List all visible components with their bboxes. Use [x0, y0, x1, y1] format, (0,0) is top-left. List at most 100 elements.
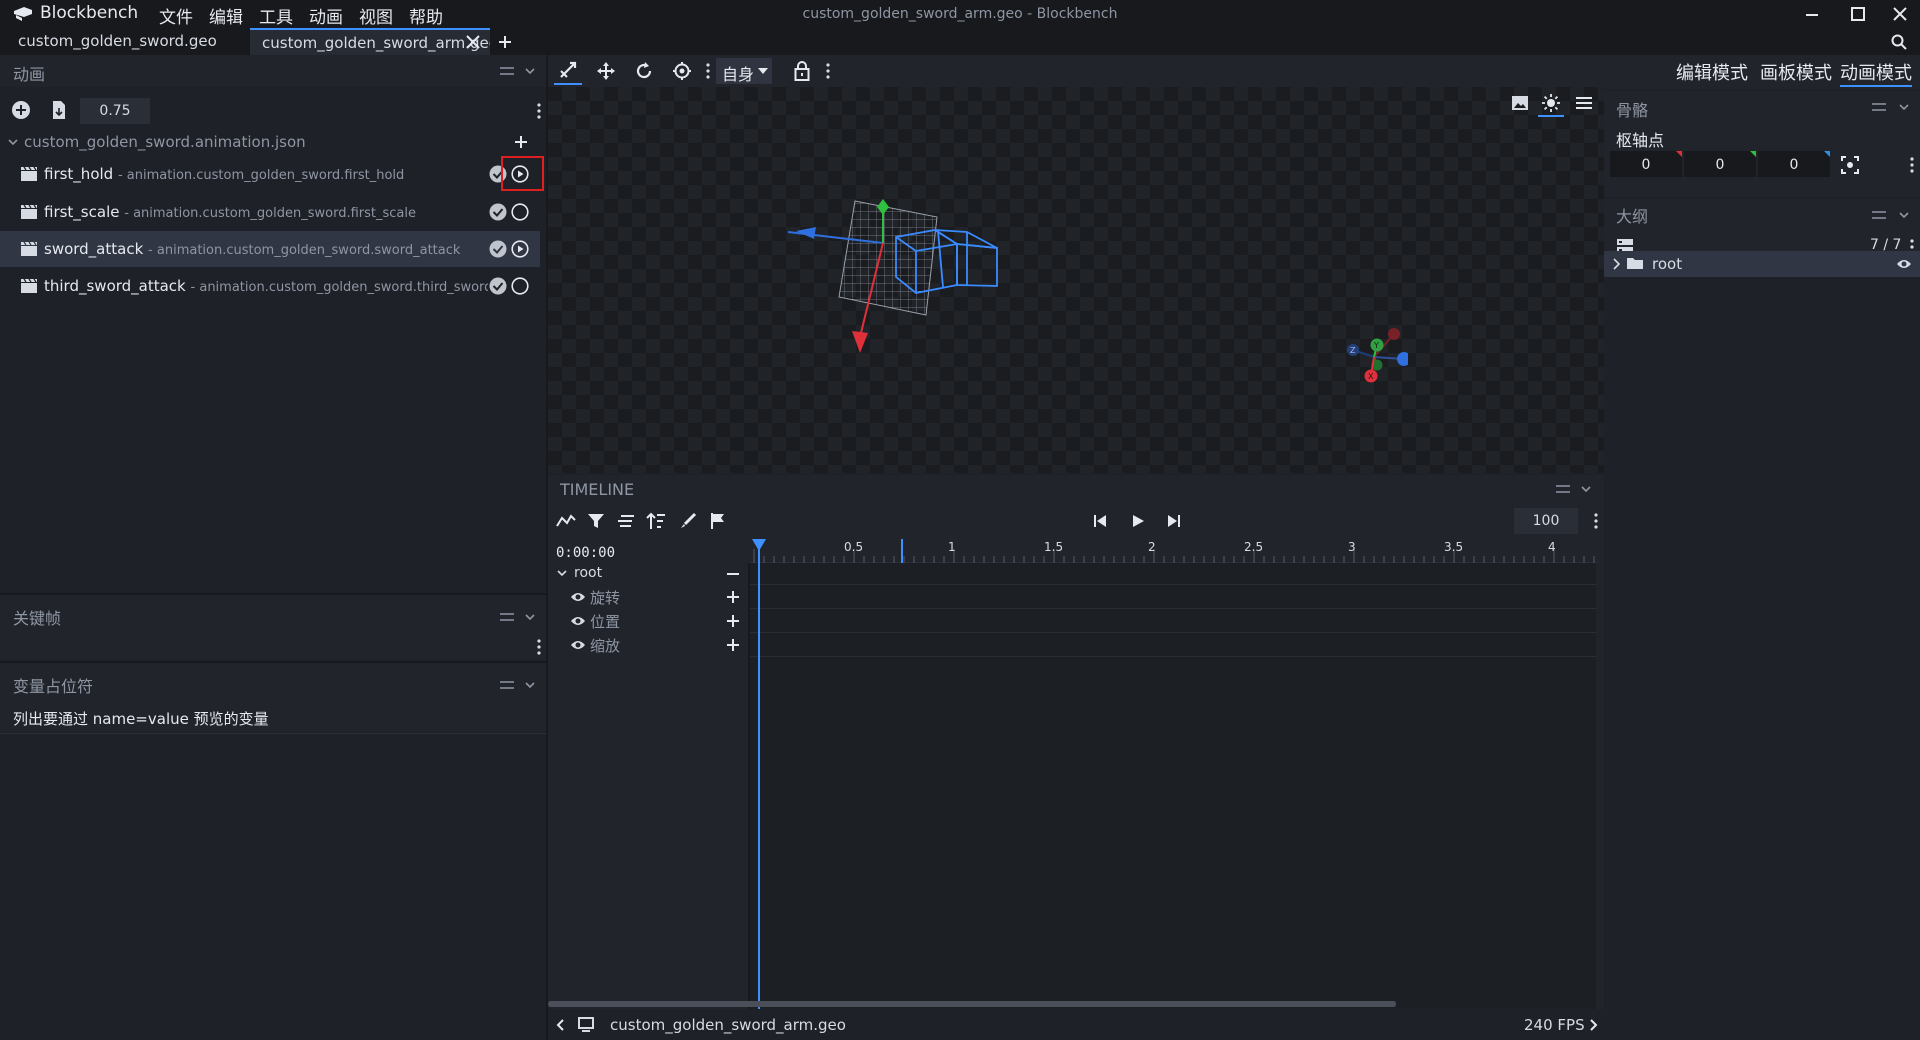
outliner-list-area[interactable] [1604, 277, 1920, 1040]
track-lane-root[interactable] [750, 563, 1596, 585]
more-options-icon[interactable] [1592, 511, 1600, 531]
panel-menu-icon[interactable] [1870, 207, 1888, 223]
pivot-z-input[interactable]: 0 [1758, 151, 1830, 177]
menu-help[interactable]: 帮助 [409, 3, 443, 28]
more-options-icon[interactable] [824, 61, 832, 81]
chevron-down-icon[interactable] [6, 135, 20, 149]
panel-menu-icon[interactable] [498, 609, 516, 625]
more-options-icon[interactable] [534, 637, 544, 657]
circle-icon[interactable] [511, 277, 529, 295]
check-icon[interactable] [489, 240, 507, 258]
eye-icon[interactable] [1896, 258, 1912, 270]
add-animation-icon[interactable] [10, 99, 32, 121]
chevron-right-icon[interactable] [1586, 1018, 1600, 1032]
chevron-left-icon[interactable] [554, 1018, 568, 1032]
filter-icon[interactable] [584, 509, 608, 533]
eye-icon[interactable] [570, 615, 586, 627]
menu-tools[interactable]: 工具 [259, 3, 293, 28]
circle-icon[interactable] [511, 203, 529, 221]
axis-gizmo[interactable]: Z Y X [1338, 317, 1408, 387]
chevron-down-icon[interactable] [522, 609, 538, 625]
check-icon[interactable] [489, 203, 507, 221]
maximize-icon[interactable] [1846, 4, 1870, 24]
chevron-down-icon[interactable] [1896, 99, 1912, 115]
screenshot-icon[interactable] [1508, 91, 1532, 115]
animation-item-sword-attack[interactable]: sword_attack - animation.custom_golden_s… [0, 231, 540, 267]
eye-icon[interactable] [570, 639, 586, 651]
check-icon[interactable] [489, 277, 507, 295]
brightness-icon[interactable] [1538, 91, 1564, 117]
align-icon[interactable] [614, 509, 638, 533]
panel-menu-icon[interactable] [1554, 481, 1572, 497]
pivot-x-input[interactable]: 0 [1610, 151, 1682, 177]
playback-speed-input[interactable]: 100 [1514, 508, 1578, 534]
model-preview[interactable] [788, 187, 1108, 357]
panel-menu-icon[interactable] [498, 63, 516, 79]
close-window-icon[interactable] [1888, 4, 1912, 24]
sort-icon[interactable] [644, 509, 668, 533]
lock-icon[interactable] [788, 57, 816, 85]
timeline-horizontal-scrollbar[interactable] [548, 1001, 1396, 1007]
timeline-ruler[interactable]: 0.5 1 1.5 2 2.5 3 3.5 4 [750, 539, 1596, 563]
add-keyframe-icon[interactable] [726, 614, 740, 628]
transform-space-select[interactable]: 自身 [716, 58, 772, 84]
timeline-tracks[interactable]: 0:00:00 0.5 1 1.5 2 2.5 3 3.5 4 root 旋转 … [548, 539, 1604, 1009]
track-lane-scale[interactable] [750, 633, 1596, 657]
animation-item-first-scale[interactable]: first_scale - animation.custom_golden_sw… [0, 194, 540, 230]
flag-icon[interactable] [706, 509, 730, 533]
track-group-root[interactable]: root [548, 563, 748, 585]
track-lane-position[interactable] [750, 609, 1596, 633]
brush-icon[interactable] [676, 509, 700, 533]
animation-speed-input[interactable]: 0.75 [80, 98, 150, 124]
channel-rotation[interactable]: 旋转 [548, 585, 748, 609]
variable-textarea[interactable] [0, 733, 546, 1040]
playhead[interactable] [752, 539, 766, 1009]
new-tab-icon[interactable] [494, 31, 516, 53]
animation-item-first-hold[interactable]: first_hold - animation.custom_golden_swo… [0, 156, 544, 192]
chevron-down-icon[interactable] [1578, 481, 1594, 497]
panel-menu-icon[interactable] [498, 677, 516, 693]
import-file-icon[interactable] [48, 99, 70, 121]
search-icon[interactable] [1888, 31, 1910, 53]
animation-file-group[interactable]: custom_golden_sword.animation.json [0, 127, 546, 157]
play-icon[interactable] [511, 240, 529, 258]
add-icon[interactable] [512, 133, 530, 151]
viewport-menu-icon[interactable] [1572, 91, 1596, 115]
menu-animation[interactable]: 动画 [309, 3, 343, 28]
more-options-icon[interactable] [704, 61, 712, 81]
chevron-down-icon[interactable] [556, 569, 568, 579]
pivot-tool-icon[interactable] [668, 57, 696, 85]
center-pivot-icon[interactable] [1838, 153, 1862, 177]
track-lane-rotation[interactable] [750, 585, 1596, 609]
channel-scale[interactable]: 缩放 [548, 633, 748, 657]
minimize-icon[interactable] [1800, 4, 1824, 24]
panel-menu-icon[interactable] [1870, 99, 1888, 115]
pivot-y-input[interactable]: 0 [1684, 151, 1756, 177]
skip-forward-icon[interactable] [1162, 509, 1186, 533]
add-keyframe-icon[interactable] [726, 590, 740, 604]
collapse-icon[interactable] [726, 569, 740, 579]
more-options-icon[interactable] [1908, 155, 1916, 175]
chevron-right-icon[interactable] [1612, 258, 1620, 270]
outliner-item-root[interactable]: root [1604, 251, 1920, 277]
pose-tool-icon[interactable] [554, 57, 582, 85]
mode-edit[interactable]: 编辑模式 [1676, 59, 1748, 85]
menu-edit[interactable]: 编辑 [209, 3, 243, 28]
chevron-down-icon[interactable] [1896, 207, 1912, 223]
tab-custom-golden-sword[interactable]: custom_golden_sword.geo [6, 28, 246, 55]
animation-end-marker[interactable] [901, 539, 903, 563]
timeline-empty-area[interactable] [750, 657, 1596, 1009]
eye-icon[interactable] [570, 591, 586, 603]
more-options-icon[interactable] [534, 101, 544, 121]
mode-paint[interactable]: 画板模式 [1760, 59, 1832, 85]
mode-animate[interactable]: 动画模式 [1840, 59, 1912, 87]
graph-editor-icon[interactable] [554, 509, 578, 533]
rotate-tool-icon[interactable] [630, 57, 658, 85]
chevron-down-icon[interactable] [522, 677, 538, 693]
menu-file[interactable]: 文件 [159, 3, 193, 28]
chevron-down-icon[interactable] [522, 63, 538, 79]
play-icon[interactable] [1126, 509, 1150, 533]
menu-view[interactable]: 视图 [359, 3, 393, 28]
tab-custom-golden-sword-arm[interactable]: custom_golden_sword_arm.geo [250, 28, 490, 55]
move-tool-icon[interactable] [592, 57, 620, 85]
